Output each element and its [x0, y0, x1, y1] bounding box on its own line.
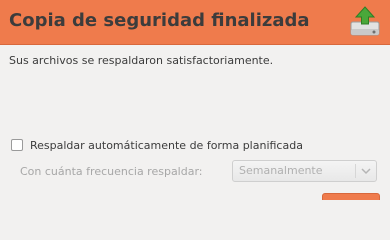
close-button[interactable]: [322, 193, 380, 200]
dialog-title: Copia de seguridad finalizada: [9, 10, 310, 31]
frequency-label: Con cuánta frecuencia respaldar:: [20, 165, 203, 178]
dialog-header: Copia de seguridad finalizada: [0, 0, 390, 45]
frequency-select-value: Semanalmente: [239, 164, 323, 177]
auto-backup-checkbox-label[interactable]: Respaldar automáticamente de forma plani…: [30, 139, 303, 152]
frequency-select[interactable]: Semanalmente: [232, 160, 377, 182]
chevron-down-icon: [361, 168, 371, 175]
backup-drive-icon: [350, 6, 380, 36]
backup-complete-dialog: Copia de seguridad finalizada Sus archiv…: [0, 0, 390, 200]
auto-backup-option[interactable]: Respaldar automáticamente de forma plani…: [11, 137, 303, 153]
success-message: Sus archivos se respaldaron satisfactori…: [9, 54, 274, 67]
select-divider: [355, 164, 356, 178]
auto-backup-checkbox[interactable]: [11, 139, 23, 151]
